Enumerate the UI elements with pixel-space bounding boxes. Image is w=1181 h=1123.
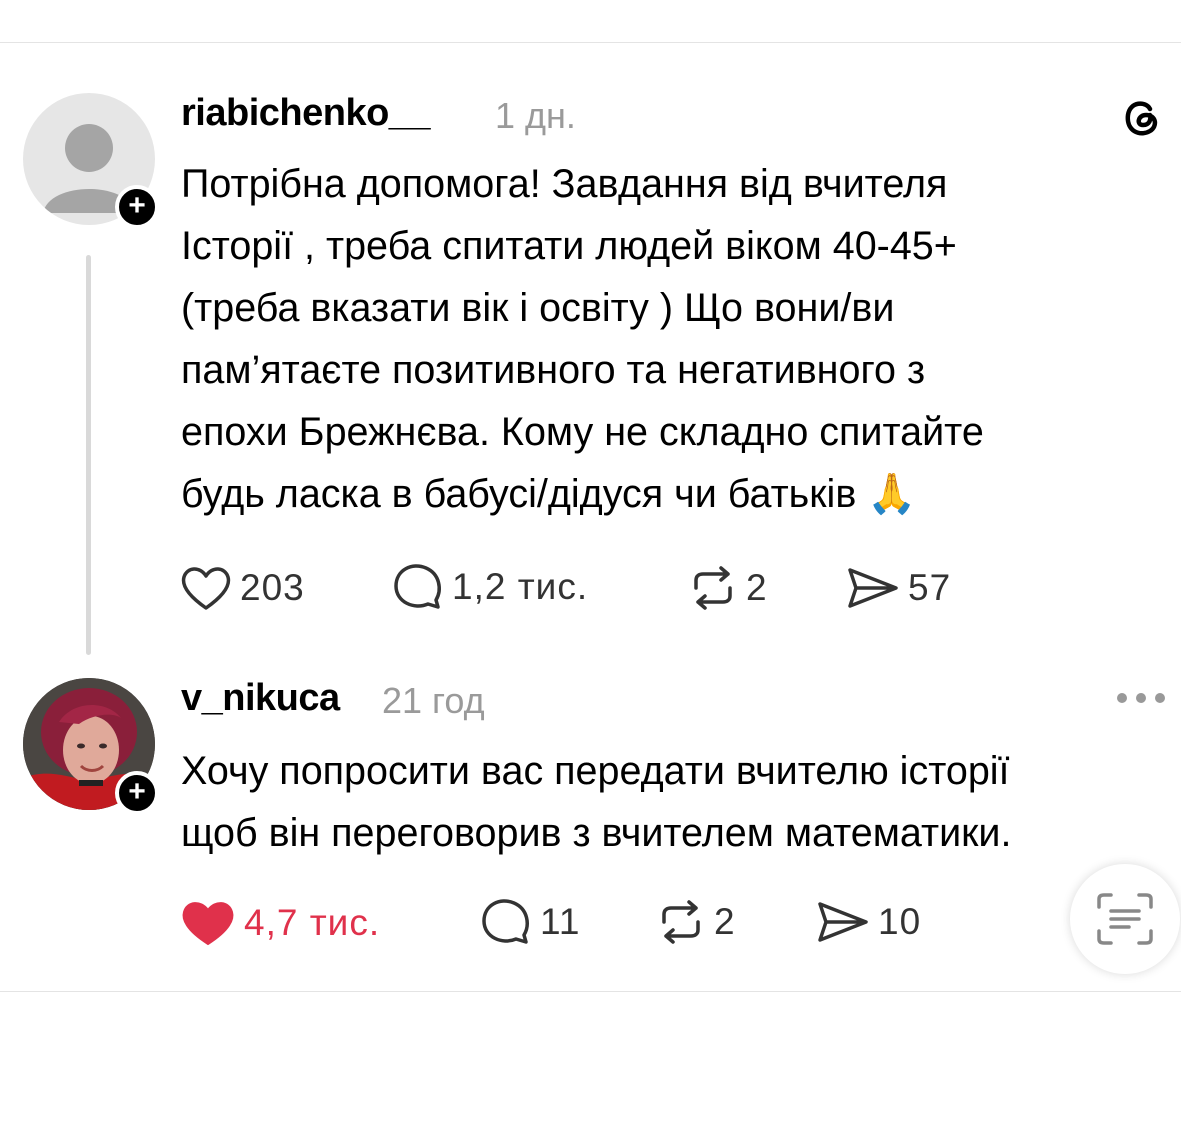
- post-time: 21 год: [382, 680, 485, 721]
- heart-icon: [182, 902, 234, 946]
- thread-line: [86, 255, 91, 655]
- plus-icon: +: [128, 775, 146, 808]
- repost-count: 2: [746, 567, 768, 608]
- post-username[interactable]: riabichenko__: [181, 92, 431, 135]
- post-text-line: щоб він переговорив з вчителем математик…: [181, 811, 1012, 855]
- comment-bubble-icon: [482, 899, 529, 944]
- post-username[interactable]: v_nikuca: [181, 677, 340, 720]
- reply-count: 11: [540, 901, 581, 942]
- post-text-line: (треба вказати вік і освіту ) Що вони/ви: [181, 286, 895, 330]
- post-text-line: будь ласка в бабусі/дідуся чи батьків 🙏: [181, 472, 917, 516]
- reply-button[interactable]: 1,2 тис.: [392, 562, 588, 612]
- like-button[interactable]: 4,7 тис.: [180, 898, 380, 948]
- repost-button[interactable]: 2: [688, 566, 768, 610]
- send-icon: [848, 568, 898, 608]
- bottom-divider: [0, 991, 1181, 992]
- reply-count: 1,2 тис.: [452, 566, 589, 607]
- share-button[interactable]: 57: [846, 566, 951, 610]
- post-time: 1 дн.: [495, 95, 576, 136]
- share-count: 10: [878, 901, 922, 942]
- post-text-line: Історії , треба спитати людей віком 40-4…: [181, 224, 957, 268]
- share-button[interactable]: 10: [816, 900, 921, 944]
- follow-button[interactable]: +: [115, 771, 159, 815]
- post-text-line: епохи Брежнєва. Кому не складно спитайте: [181, 410, 984, 454]
- heart-icon: [181, 567, 231, 610]
- top-divider: [0, 42, 1181, 43]
- comment-bubble-icon: [394, 564, 441, 609]
- more-horizontal-icon[interactable]: [1114, 690, 1168, 711]
- follow-button[interactable]: +: [115, 185, 159, 229]
- repost-count: 2: [714, 901, 736, 942]
- post-text-line: Хочу попросити вас передати вчителю істо…: [181, 749, 1010, 793]
- scan-text-button[interactable]: [1070, 864, 1180, 974]
- post-text-line: пам’ятаєте позитивного та негативного з: [181, 348, 926, 392]
- like-button[interactable]: 203: [180, 564, 305, 612]
- repost-icon: [694, 566, 732, 610]
- share-count: 57: [908, 567, 952, 608]
- like-count: 203: [240, 567, 305, 608]
- reply-button[interactable]: 11: [480, 897, 580, 947]
- repost-icon: [662, 900, 700, 944]
- like-count: 4,7 тис.: [244, 902, 381, 943]
- threads-logo-icon[interactable]: [1120, 95, 1164, 144]
- repost-button[interactable]: 2: [656, 900, 736, 944]
- post-text-line: Потрібна допомога! Завдання від вчителя: [181, 162, 948, 206]
- plus-icon: +: [128, 189, 146, 222]
- scan-text-icon: [1097, 893, 1153, 945]
- send-icon: [818, 902, 868, 942]
